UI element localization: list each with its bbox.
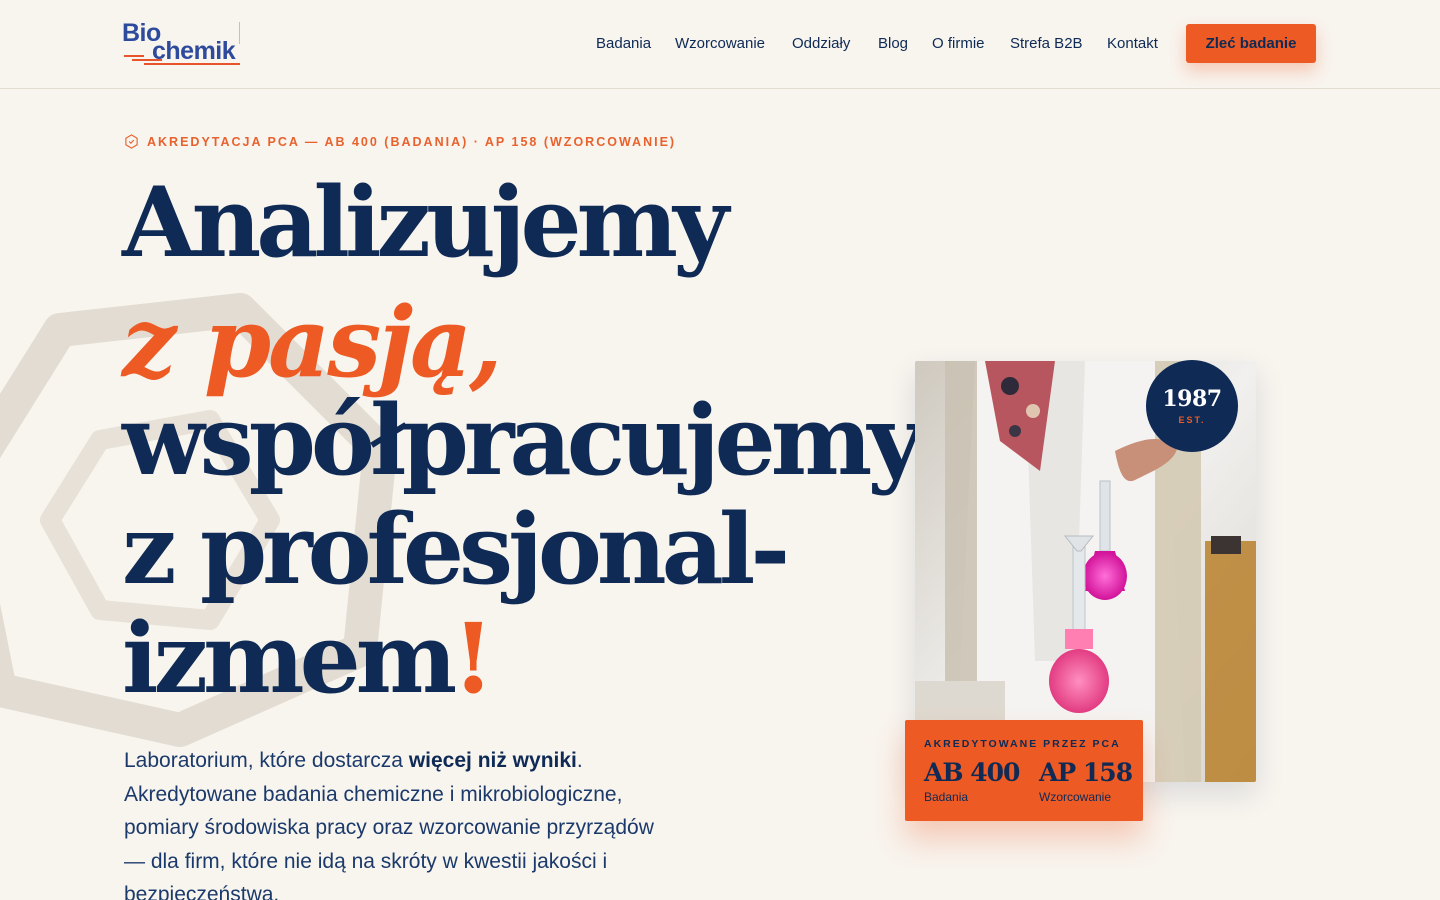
intro-text-bold: więcej niż wyniki [408, 749, 577, 772]
pca-accreditation-badge: AKREDYTOWANE PRZEZ PCA AB 400 Badania AP… [905, 720, 1143, 821]
biochemik-logo[interactable]: Bio chemik [122, 18, 244, 68]
headline-line-5-wrap: izmem! [122, 602, 494, 715]
nav-item-strefa-b2b[interactable]: Strefa B2B [1010, 33, 1083, 55]
headline-line-5: izmem [122, 602, 457, 715]
badge-label-wzorcowanie: Wzorcowanie [1039, 790, 1112, 804]
badge-title: AKREDYTOWANE PRZEZ PCA [924, 738, 1121, 750]
established-year: 1987 [1162, 386, 1222, 412]
nav-item-kontakt[interactable]: Kontakt [1107, 33, 1158, 55]
nav-item-oddzialy[interactable]: Oddziały [792, 33, 850, 55]
headline-line-3: współpracujemy [122, 384, 923, 497]
site-header: Bio chemik Badania Wzorcowanie Oddziały … [0, 0, 1440, 89]
logo-stripe [144, 63, 240, 65]
headline-exclamation: ! [452, 602, 494, 715]
established-badge: 1987 EST. [1146, 360, 1238, 452]
established-label: EST. [1178, 415, 1206, 425]
headline-line-2: z pasją, [122, 286, 503, 399]
badge-code-ap158: AP 158 [1039, 758, 1133, 787]
badge-label-badania: Badania [924, 790, 969, 804]
nav-item-o-firmie[interactable]: O firmie [932, 33, 985, 55]
nav-item-blog[interactable]: Blog [878, 33, 908, 55]
accreditation-text: AKREDYTACJA PCA — AB 400 (BADANIA) · AP … [147, 134, 677, 149]
accreditation-line: AKREDYTACJA PCA — AB 400 (BADANIA) · AP … [124, 134, 676, 149]
badge-code-ab400: AB 400 [924, 758, 1020, 787]
headline-line-1: Analizujemy [122, 166, 729, 279]
logo-stripe [132, 59, 162, 61]
nav-item-wzorcowanie[interactable]: Wzorcowanie [675, 33, 765, 55]
headline-line-4: z profesjonal- [122, 493, 790, 606]
shield-hexagon-icon [125, 134, 138, 149]
intro-text-start: Laboratorium, które dostarcza [124, 749, 409, 772]
logo-stripe [124, 55, 144, 57]
nav-item-badania[interactable]: Badania [596, 33, 651, 55]
hero-intro-paragraph: Laboratorium, które dostarcza więcej niż… [124, 744, 664, 900]
order-test-button[interactable]: Zleć badanie [1186, 24, 1316, 63]
logo-divider [239, 22, 240, 44]
logo-text-chemik: chemik [152, 37, 236, 65]
